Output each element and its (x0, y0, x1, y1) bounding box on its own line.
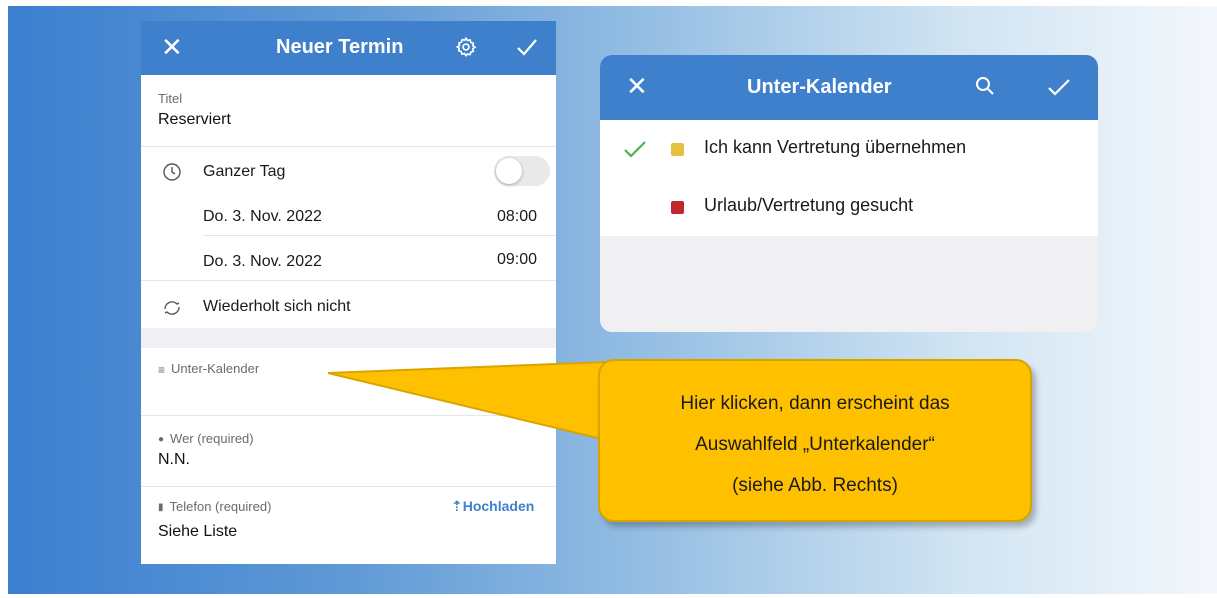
callout-line: Auswahlfeld „Unterkalender“ (695, 434, 935, 455)
callout-line: (siehe Abb. Rechts) (732, 475, 898, 496)
callout-line: Hier klicken, dann erscheint das (680, 393, 950, 414)
callout-box: Hier klicken, dann erscheint das Auswahl… (598, 359, 1032, 522)
